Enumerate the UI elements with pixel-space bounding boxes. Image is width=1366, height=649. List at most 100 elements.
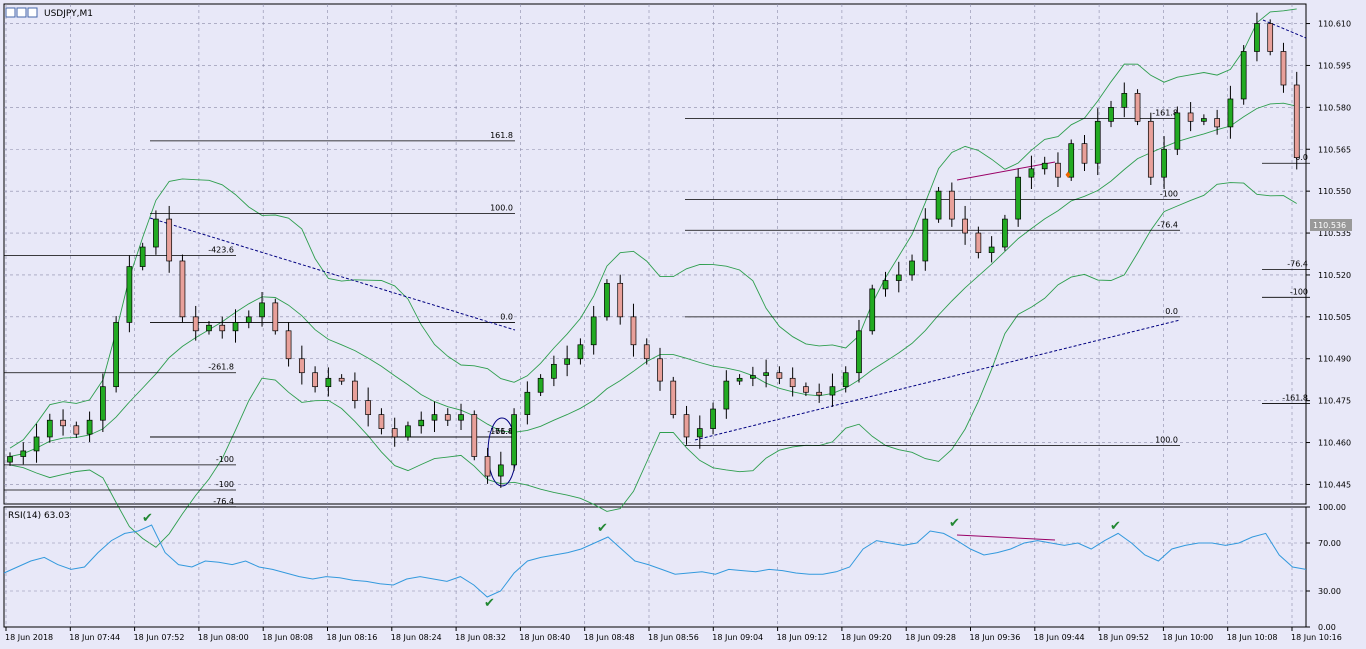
candle-body [33,436,40,452]
candle-body [126,266,133,323]
candle-body [86,419,93,435]
candle-body [1214,118,1220,128]
candle[interactable] [935,186,942,223]
x-tick-label: 18 Jun 08:24 [391,633,442,642]
fib-level-label: 100.0 [490,203,513,212]
candle-body [1240,51,1247,100]
candle-body [378,414,385,429]
chart-title: USDJPY,M1 [5,7,93,19]
x-tick-label: 18 Jun 08:56 [648,633,699,642]
x-tick-label: 18 Jun 08:48 [584,633,635,642]
candle-body [909,260,915,276]
candle-body [551,363,557,379]
candle-body [537,377,544,393]
candle-body [776,372,783,379]
candle[interactable] [1293,71,1300,170]
chart-menu-icon[interactable] [5,7,16,18]
fib-level-label: -76.4 [1157,220,1178,229]
candle-body [405,425,411,438]
candle-body [444,414,451,421]
fib-level-label: -261.8 [208,363,234,372]
candle[interactable] [1174,106,1181,156]
chart-window-icon[interactable] [27,7,38,18]
candle-body [856,330,862,374]
y-tick-label: 110.475 [1318,397,1351,406]
check-icon: ✔ [949,516,960,531]
chart-grid-icon[interactable] [16,7,27,18]
candle[interactable] [1267,19,1274,56]
candle-body [1081,143,1088,164]
x-tick-label: 18 Jun 08:40 [519,633,570,642]
rsi-tick-label: 30.00 [1318,587,1341,596]
candle-body [60,419,66,427]
candle[interactable] [126,255,133,333]
candle-body [298,358,305,374]
candle-body [245,316,252,323]
candle[interactable] [471,410,478,461]
candle[interactable] [511,408,517,471]
fib-level-label: 0.0 [1165,307,1178,316]
candle[interactable] [670,376,677,419]
x-tick-label: 18 Jun 10:16 [1291,633,1342,642]
candle-body [272,302,279,332]
candle[interactable] [139,242,146,271]
candle-body [869,288,876,332]
candle[interactable] [113,316,119,393]
candle-body [1041,162,1048,170]
main-plot-background [3,3,1307,505]
candle-body [1121,93,1128,108]
candle-body [484,456,491,477]
x-tick-label: 18 Jun 08:08 [262,633,313,642]
candle-body [789,377,796,388]
candle-body [803,386,809,393]
candle-body [524,391,531,415]
fib-level-label: -100 [216,455,234,464]
symbol-title: USDJPY,M1 [44,9,93,19]
candle-body [590,316,597,346]
candle-body [511,414,517,466]
candle-body [285,330,292,360]
rsi-label: RSI(14) 63.03 [8,511,70,521]
chart-canvas[interactable]: 161.8 100.0 -423.6 0.0 -261.8 -76.4 -161.8 -100… [0,0,1366,649]
candle-body [1015,176,1022,220]
candle-body [736,377,743,382]
candle[interactable] [1002,214,1008,251]
fib-level-label: -161.8 [1282,393,1308,402]
candle-body [723,380,730,410]
candle-body [630,316,637,346]
x-tick-label: 18 Jun 07:44 [69,633,120,642]
candle-body [458,414,464,421]
candle[interactable] [604,279,610,321]
y-tick-label: 110.445 [1318,480,1351,489]
candle-body [1254,23,1260,52]
candle-body [577,344,584,360]
candle[interactable] [869,284,876,335]
y-tick-label: 110.505 [1318,313,1351,322]
x-tick-label: 18 Jun 09:44 [1034,633,1085,642]
fib-level-label: -423.6 [208,245,234,254]
candle-body [617,282,624,318]
x-tick-label: 18 Jun 10:08 [1227,633,1278,642]
candle[interactable] [1015,168,1022,227]
candle-body [1280,51,1287,86]
x-tick-label: 18 Jun 08:32 [455,633,506,642]
candle-body [1293,84,1300,158]
candle[interactable] [272,298,279,335]
check-icon: ✔ [484,596,495,611]
rsi-tick-label: 70.00 [1318,539,1341,548]
candle-body [696,428,703,438]
candle[interactable] [1240,45,1247,105]
candle-body [497,464,504,477]
candle-body [895,274,902,281]
candle[interactable] [179,254,186,323]
candle-body [1028,168,1035,178]
candle-body [922,218,929,262]
candle-body [113,322,119,388]
candle-body [763,372,769,376]
x-tick-label: 18 Jun 08:16 [327,633,378,642]
candle-body [20,450,27,457]
y-tick-label: 110.460 [1318,439,1351,448]
candle[interactable] [1134,89,1141,126]
candle[interactable] [1147,112,1154,185]
candle-body [657,358,663,382]
